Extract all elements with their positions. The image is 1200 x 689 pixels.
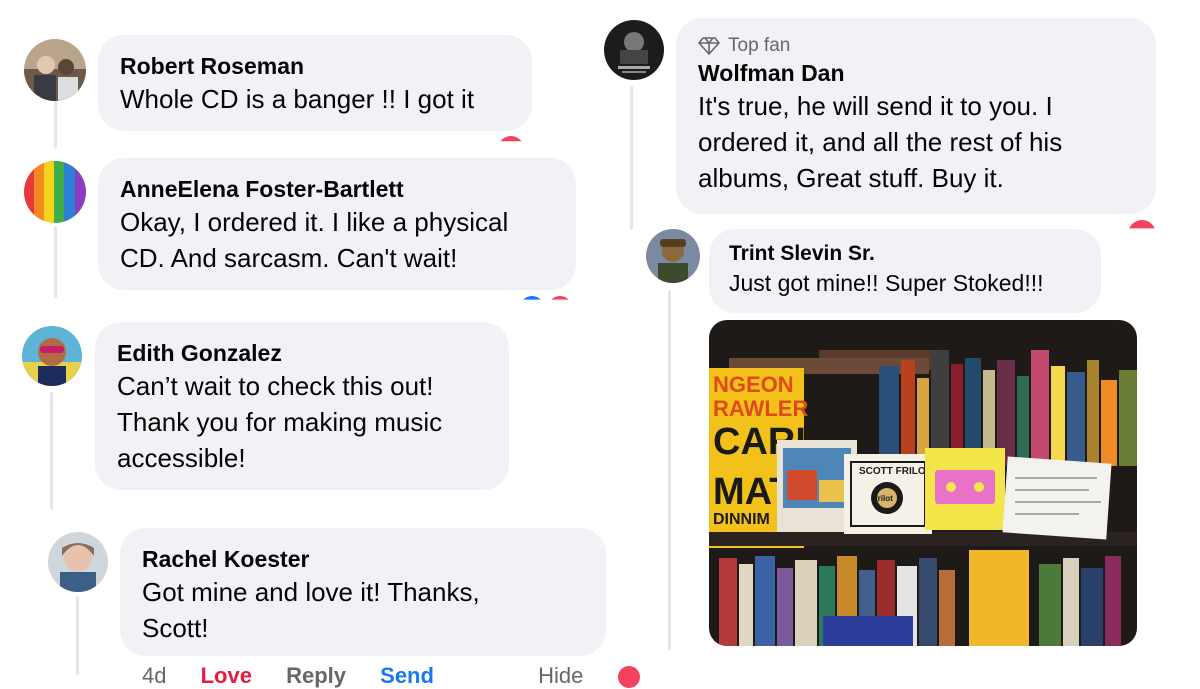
comment-bubble: Rachel Koester Got mine and love it! Tha… — [120, 528, 606, 656]
comment-bubble: Edith Gonzalez Can’t wait to check this … — [95, 322, 509, 490]
book-spine-text: NGEON — [713, 372, 794, 397]
comment-text: Just got mine!! Super Stoked!!! — [729, 270, 1044, 296]
book-spine-text: DINNIM — [713, 511, 770, 528]
thread-line-right — [630, 86, 633, 230]
top-fan-badge: Top fan — [698, 34, 1134, 58]
comment-bubble: Top fan Wolfman Dan It's true, he will s… — [676, 18, 1156, 214]
comment-photo[interactable]: NGEON RAWLER CARL MAT DINNIM SCOTT FRILO… — [709, 320, 1137, 646]
send-link[interactable]: Send — [380, 663, 434, 688]
avatar[interactable] — [48, 532, 108, 592]
avatar[interactable] — [604, 20, 664, 80]
love-reaction-icon[interactable] — [618, 666, 640, 688]
comment-text: accessible! — [117, 443, 246, 473]
comment-bubble: Trint Slevin Sr. Just got mine!! Super S… — [709, 229, 1101, 313]
thread-line-left-3 — [50, 392, 53, 510]
commenter-name[interactable]: Trint Slevin Sr. — [729, 241, 1081, 267]
commenter-name[interactable]: Wolfman Dan — [698, 58, 1134, 88]
comment-text: Thank you for making music — [117, 407, 443, 437]
love-reaction-icon[interactable] — [548, 296, 572, 300]
avatar[interactable] — [22, 326, 82, 386]
comment-text: ordered it, and all the rest of his — [698, 127, 1063, 157]
thread-line-left-4 — [76, 596, 79, 675]
comment-text: Whole CD is a banger !! I got it — [120, 84, 475, 114]
avatar[interactable] — [646, 229, 700, 283]
comment-text: It's true, he will send it to you. I — [698, 91, 1053, 121]
top-fan-label: Top fan — [728, 35, 791, 56]
diamond-icon — [698, 37, 720, 55]
like-reaction-icon[interactable] — [520, 296, 544, 300]
comment-text: CD. And sarcasm. Can't wait! — [120, 243, 458, 273]
cd-center-text: frilot — [875, 494, 893, 503]
comment-text: Scott! — [142, 613, 209, 643]
comment-text: albums, Great stuff. Buy it. — [698, 163, 1004, 193]
commenter-name[interactable]: Rachel Koester — [142, 544, 584, 574]
hide-link[interactable]: Hide — [538, 663, 583, 688]
avatar[interactable] — [24, 39, 86, 101]
comment-text: Can’t wait to check this out! — [117, 371, 434, 401]
comment-text: Okay, I ordered it. I like a physical — [120, 207, 509, 237]
comment-bubble: AnneElena Foster-Bartlett Okay, I ordere… — [98, 158, 576, 290]
thread-line-left — [54, 100, 57, 148]
thread-line-right-2 — [668, 290, 671, 650]
reply-link[interactable]: Reply — [286, 663, 346, 688]
love-link[interactable]: Love — [201, 663, 252, 688]
commenter-name[interactable]: Edith Gonzalez — [117, 338, 487, 368]
comment-text: Got mine and love it! Thanks, — [142, 577, 480, 607]
love-reaction-icon[interactable] — [1128, 220, 1156, 229]
thread-line-left-2 — [54, 226, 57, 298]
comment-bubble: Robert Roseman Whole CD is a banger !! I… — [98, 35, 532, 131]
commenter-name[interactable]: AnneElena Foster-Bartlett — [120, 174, 554, 204]
comment-actions: 4d Love Reply Send Hide — [142, 663, 611, 689]
cd-label-text: SCOTT FRILOT — [859, 466, 932, 477]
book-spine-text: RAWLER — [713, 396, 808, 421]
commenter-name[interactable]: Robert Roseman — [120, 51, 510, 81]
comment-timestamp[interactable]: 4d — [142, 663, 166, 688]
avatar[interactable] — [24, 161, 86, 223]
